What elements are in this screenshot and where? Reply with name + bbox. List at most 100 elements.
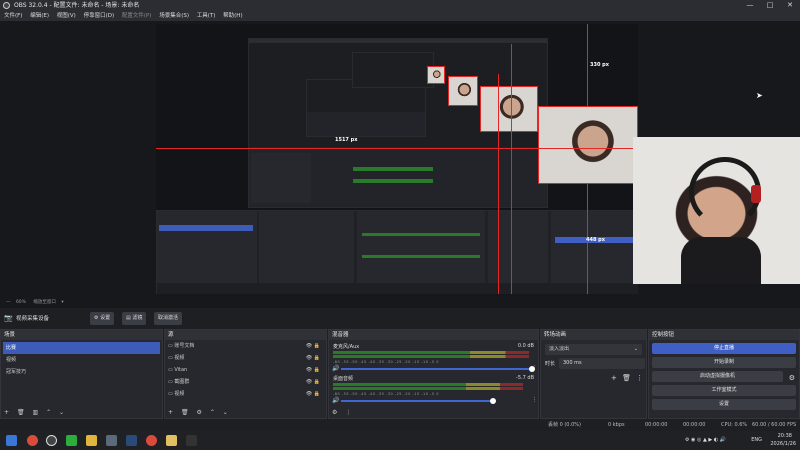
speaker-icon[interactable]: 🔊	[332, 397, 339, 404]
controls-header: 控制按钮	[649, 330, 799, 340]
stop-streaming-button[interactable]: 停止直播	[652, 343, 796, 354]
volume-slider[interactable]	[341, 400, 493, 402]
start-recording-button[interactable]: 开始录制	[652, 357, 796, 368]
window-title: OBS 32.0.4 - 配置文件: 未命名 - 场景: 未命名	[14, 2, 140, 9]
minimize-button[interactable]: —	[740, 0, 760, 11]
source-label: 视频	[174, 355, 185, 361]
bitrate: 0 kbps	[608, 422, 625, 428]
preview-area[interactable]: 1517 px 330 px 448 px ➤	[0, 21, 800, 297]
transition-menu-icon[interactable]: ⋮	[636, 374, 643, 382]
guide-vertical-2	[587, 24, 588, 106]
source-item[interactable]: ▭ Vitan 👁 🔒	[165, 364, 326, 376]
menu-edit[interactable]: 编辑(E)	[30, 13, 49, 19]
remove-source-icon[interactable]: 🗑	[181, 409, 189, 416]
scene-filter-icon[interactable]: ▥	[33, 409, 39, 416]
mixer-dock: 混音器 麦克风/Aux 0.0 dB -60 -55 -50 -45 -40 -…	[328, 329, 539, 419]
transition-select[interactable]: 淡入淡出 ⌄	[545, 344, 642, 355]
volume-knob[interactable]	[490, 398, 496, 404]
webcam-source[interactable]	[633, 137, 800, 284]
source-settings-icon[interactable]: ⚙	[197, 409, 202, 416]
game-icon[interactable]	[166, 435, 177, 446]
menu-tools[interactable]: 工具(T)	[197, 13, 216, 19]
move-down-icon[interactable]: ⌄	[59, 409, 64, 416]
audio-meter	[333, 355, 529, 358]
menu-view[interactable]: 视图(V)	[57, 13, 76, 19]
menu-file[interactable]: 文件(F)	[4, 13, 22, 19]
properties-button[interactable]: ⚙ 设置	[90, 312, 115, 325]
steam-icon[interactable]	[126, 435, 137, 446]
app-icon[interactable]	[106, 435, 117, 446]
filters-button[interactable]: ▤ 滤镜	[122, 312, 147, 325]
audio-meter	[333, 351, 529, 354]
duration-row: 时长 300 ms	[545, 358, 645, 370]
guide-vertical-1	[511, 44, 512, 294]
add-source-icon[interactable]: +	[168, 409, 173, 416]
virtual-camera-settings-icon[interactable]: ⚙	[789, 374, 795, 382]
remove-scene-icon[interactable]: 🗑	[17, 409, 25, 416]
obs-icon[interactable]	[46, 435, 57, 446]
folder-icon[interactable]	[86, 435, 97, 446]
clock-time[interactable]: 20:38	[778, 433, 792, 439]
chevron-down-icon: ⌄	[633, 346, 638, 352]
transition-selected: 淡入淡出	[549, 346, 570, 352]
close-button[interactable]: ✕	[780, 0, 800, 11]
menu-help[interactable]: 帮助(H)	[223, 13, 242, 19]
menu-docks[interactable]: 停靠窗口(D)	[84, 13, 115, 19]
add-scene-icon[interactable]: +	[4, 409, 9, 416]
zoom-fit-label[interactable]: 缩放至窗口	[33, 300, 56, 305]
virtual-camera-button[interactable]: 启动虚拟摄像机	[652, 371, 783, 382]
title-bar: OBS 32.0.4 - 配置文件: 未命名 - 场景: 未命名 — □ ✕	[0, 0, 800, 11]
scene-item[interactable]: 比赛	[3, 342, 160, 354]
visibility-lock-icons[interactable]: 👁 🔒	[306, 352, 320, 364]
studio-mode-button[interactable]: 工作室模式	[652, 385, 796, 396]
volume-slider[interactable]	[341, 368, 531, 370]
move-up-icon[interactable]: ⌃	[210, 409, 215, 416]
language-indicator[interactable]: ENG	[751, 437, 762, 443]
channel-menu-icon[interactable]: ⋮	[532, 397, 537, 403]
move-up-icon[interactable]: ⌃	[46, 409, 51, 416]
camera-icon: 📷	[4, 314, 13, 322]
chrome-icon[interactable]	[27, 435, 38, 446]
scene-item[interactable]: 视频	[3, 354, 160, 366]
transitions-header: 转场动画	[541, 330, 646, 340]
zoom-minus-icon[interactable]: —	[6, 300, 11, 305]
properties-label: 设置	[100, 315, 111, 321]
visibility-lock-icons[interactable]: 👁 🔒	[306, 340, 320, 352]
start-icon[interactable]	[6, 435, 17, 446]
source-item[interactable]: ▭ 视频 👁 🔒	[165, 388, 326, 400]
preview-canvas[interactable]: 1517 px 330 px 448 px	[156, 24, 638, 294]
mixer-header: 混音器	[329, 330, 538, 340]
remove-transition-icon[interactable]: 🗑	[622, 374, 631, 382]
wechat-icon[interactable]	[66, 435, 77, 446]
mixer-menu-icon[interactable]: ⋮	[345, 409, 351, 416]
speaker-icon[interactable]: 🔊	[332, 365, 339, 372]
source-item[interactable]: ▭ 视频 👁 🔒	[165, 352, 326, 364]
advanced-audio-icon[interactable]: ⚙	[332, 409, 337, 416]
channel-name: 麦克风/Aux	[333, 344, 360, 350]
move-down-icon[interactable]: ⌄	[223, 409, 228, 416]
scene-item[interactable]: 冠军技巧	[3, 366, 160, 378]
capcut-icon[interactable]	[186, 435, 197, 446]
zoom-dropdown-icon[interactable]: ▾	[61, 300, 63, 305]
deactivate-button[interactable]: 取消激活	[154, 312, 183, 325]
source-label: 账号文档	[174, 343, 195, 349]
source-item[interactable]: ▭ 账号文档 👁 🔒	[165, 340, 326, 352]
duration-input[interactable]: 300 ms	[559, 358, 645, 369]
add-transition-icon[interactable]: +	[611, 374, 617, 382]
tray-icons[interactable]: ⚙ ◉ ◎ ▲ ▶ ◐ 🔊	[685, 437, 726, 443]
menu-profile[interactable]: 配置文件(P)	[122, 13, 152, 19]
zoom-level[interactable]: 60%	[16, 300, 26, 305]
webcam-thumb-4	[538, 106, 638, 184]
channel-menu-icon[interactable]: ⋮	[532, 365, 537, 371]
settings-button[interactable]: 设置	[652, 399, 796, 410]
visibility-lock-icons[interactable]: 👁 🔒	[306, 388, 320, 400]
menu-scene-collection[interactable]: 场景集合(S)	[159, 13, 189, 19]
sources-header: 源	[165, 330, 326, 340]
visibility-lock-icons[interactable]: 👁 🔒	[306, 364, 320, 376]
menu-bar: 文件(F) 编辑(E) 视图(V) 停靠窗口(D) 配置文件(P) 场景集合(S…	[0, 11, 800, 21]
browser-icon[interactable]	[146, 435, 157, 446]
source-item[interactable]: ▭ 截图群 👁 🔒	[165, 376, 326, 388]
clock-date[interactable]: 2026/1/26	[770, 441, 796, 447]
maximize-button[interactable]: □	[760, 0, 780, 11]
visibility-lock-icons[interactable]: 👁 🔒	[306, 376, 320, 388]
